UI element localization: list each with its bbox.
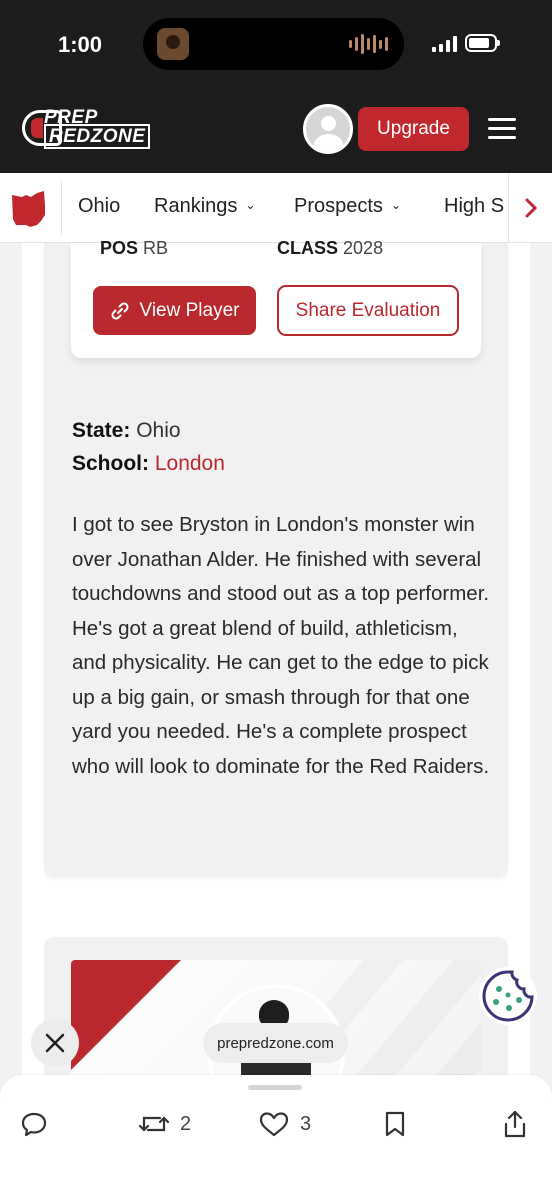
link-icon xyxy=(110,301,129,320)
school-link[interactable]: London xyxy=(155,452,225,475)
state-info: State: Ohio xyxy=(72,419,181,442)
view-player-button[interactable]: View Player xyxy=(93,286,256,335)
audio-wave-icon xyxy=(349,34,388,54)
share-button[interactable] xyxy=(502,1109,528,1139)
user-avatar[interactable] xyxy=(303,104,353,154)
player-position: POS RB xyxy=(100,238,169,258)
dynamic-island xyxy=(143,18,404,70)
bookmark-icon xyxy=(385,1111,405,1137)
share-evaluation-button[interactable]: Share Evaluation xyxy=(277,285,459,336)
close-button[interactable] xyxy=(31,1019,79,1067)
reply-button[interactable] xyxy=(20,1109,48,1139)
logo-text-redzone: REDZONE xyxy=(44,124,151,149)
like-button[interactable]: 3 xyxy=(258,1109,311,1139)
bottom-toolbar: 2 3 xyxy=(0,1075,552,1200)
upgrade-button[interactable]: Upgrade xyxy=(358,107,469,151)
heart-icon xyxy=(259,1112,289,1137)
share-icon xyxy=(504,1110,526,1138)
chevron-down-icon: ⌄ xyxy=(390,197,401,212)
chevron-down-icon: ⌄ xyxy=(245,197,256,212)
nav-item-prospects[interactable]: Prospects ⌄ xyxy=(294,195,401,218)
battery-icon xyxy=(465,34,500,52)
nav-item-rankings[interactable]: Rankings ⌄ xyxy=(154,195,255,218)
repost-button[interactable]: 2 xyxy=(138,1109,191,1139)
scroll-right-button[interactable] xyxy=(508,173,552,242)
nav-item-ohio[interactable]: Ohio xyxy=(78,195,120,218)
now-playing-thumbnail xyxy=(157,28,189,60)
school-info: School: London xyxy=(72,452,225,475)
site-header: PREP REDZONE Upgrade xyxy=(0,92,552,173)
status-time: 1:00 xyxy=(58,32,103,57)
close-icon xyxy=(45,1033,65,1053)
repost-icon xyxy=(138,1116,170,1132)
sub-navigation: Ohio Rankings ⌄ Prospects ⌄ High S xyxy=(0,173,552,243)
site-logo[interactable]: PREP REDZONE xyxy=(22,108,151,150)
chevron-right-icon xyxy=(525,198,537,218)
repost-count: 2 xyxy=(180,1112,192,1135)
nav-item-high-schools[interactable]: High S xyxy=(444,195,504,218)
like-count: 3 xyxy=(300,1112,312,1135)
cookie-icon[interactable] xyxy=(479,967,537,1025)
drag-handle[interactable] xyxy=(248,1085,302,1090)
menu-icon[interactable] xyxy=(488,118,516,140)
evaluation-text: I got to see Bryston in London's monster… xyxy=(72,513,490,778)
reply-icon xyxy=(21,1112,47,1137)
bookmark-button[interactable] xyxy=(382,1109,408,1139)
url-pill[interactable]: prepredzone.com xyxy=(203,1023,348,1063)
signal-icon xyxy=(432,36,457,52)
status-bar: 1:00 xyxy=(0,0,552,92)
player-class: CLASS 2028 xyxy=(277,238,384,258)
ohio-state-icon[interactable] xyxy=(10,189,48,229)
